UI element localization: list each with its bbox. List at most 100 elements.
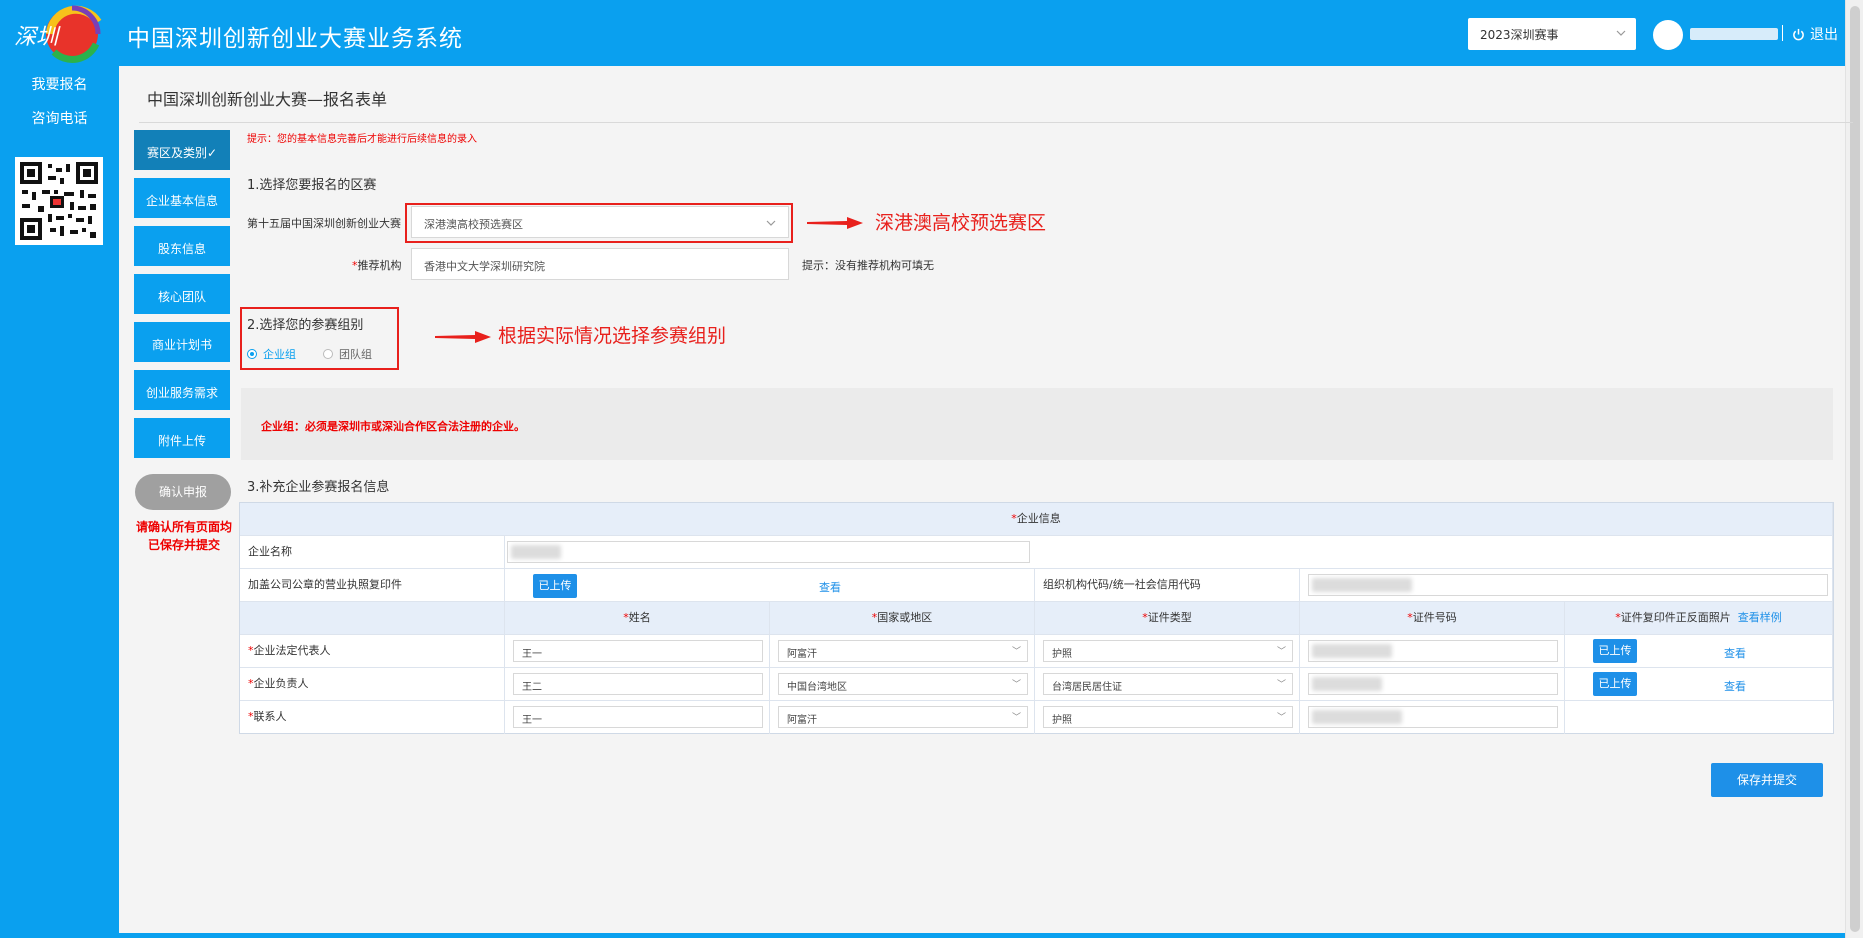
save-submit-button[interactable]: 保存并提交 [1711, 763, 1823, 797]
name-input[interactable]: 王一 [513, 706, 763, 728]
license-uploaded-button[interactable]: 已上传 [533, 574, 577, 598]
app-title: 中国深圳创新创业大赛业务系统 [127, 26, 463, 52]
role-contact: *联系人 [240, 701, 505, 734]
logout-button[interactable]: 退出 [1792, 24, 1838, 44]
id-type-select[interactable]: 台湾居民居住证 ﹀ [1043, 673, 1293, 695]
annotation-zone: 深港澳高校预选赛区 [875, 212, 1047, 234]
logo-text: 深圳 [14, 25, 61, 50]
id-photo-view-link[interactable]: 查看 [1724, 678, 1746, 694]
id-photo-uploaded-button[interactable]: 已上传 [1593, 639, 1637, 663]
avatar[interactable] [1653, 20, 1683, 50]
region-select[interactable]: 中国台湾地区 ﹀ [778, 673, 1028, 695]
radio-company-label: 企业组 [263, 348, 296, 361]
column-header-name: *姓名 [505, 602, 770, 635]
radio-team-group[interactable]: 团队组 [323, 346, 372, 362]
step-business-plan[interactable]: 商业计划书 [134, 322, 230, 362]
company-name-cell [505, 536, 1833, 569]
company-name-redacted [511, 545, 561, 559]
region-select[interactable]: 阿富汗 ﹀ [778, 640, 1028, 662]
logo: 深圳 [14, 5, 102, 63]
chevron-down-icon: ﹀ [1011, 680, 1021, 690]
step-zone-category[interactable]: 赛区及类别✓ [134, 130, 230, 170]
step-company-info[interactable]: 企业基本信息 [134, 178, 230, 218]
region-select[interactable]: 阿富汗 ﹀ [778, 706, 1028, 728]
id-type-select[interactable]: 护照 ﹀ [1043, 706, 1293, 728]
name-input[interactable]: 王一 [513, 640, 763, 662]
company-name-input[interactable] [507, 541, 1030, 563]
region-cell: 中国台湾地区 ﹀ [770, 668, 1035, 701]
confirm-submit-button[interactable]: 确认申报 [135, 474, 231, 510]
highlight-box-zone [405, 203, 793, 243]
recommender-hint: 提示：没有推荐机构可填无 [802, 259, 934, 272]
id-number-cell [1300, 701, 1565, 734]
name-cell: 王一 [505, 701, 770, 734]
step-shareholders[interactable]: 股东信息 [134, 226, 230, 266]
id-number-cell [1300, 635, 1565, 668]
radio-team-label: 团队组 [339, 348, 372, 361]
license-label: 加盖公司公章的营业执照复印件 [240, 569, 505, 602]
id-type-cell: 护照 ﹀ [1035, 701, 1300, 734]
id-photo-cell: 已上传 查看 [1565, 668, 1833, 701]
sidebar: 我要报名 咨询电话 [0, 66, 119, 938]
section1-title: 1.选择您要报名的区赛 [247, 178, 377, 193]
section3-title: 3.补充企业参赛报名信息 [247, 480, 390, 495]
sample-link[interactable]: 查看样例 [1738, 611, 1782, 624]
org-code-label: 组织机构代码/统一社会信用代码 [1035, 569, 1300, 602]
season-select[interactable]: 2023深圳赛事 [1468, 18, 1636, 50]
main-content: 中国深圳创新创业大赛—报名表单 赛区及类别✓ 企业基本信息 股东信息 核心团队 … [119, 66, 1853, 938]
company-name-label: 企业名称 [240, 536, 505, 569]
annotation-group: 根据实际情况选择参赛组别 [498, 325, 727, 347]
region-cell: 阿富汗 ﹀ [770, 635, 1035, 668]
app-header: 深圳 中国深圳创新创业大赛业务系统 2023深圳赛事 退出 [0, 0, 1845, 66]
radio-company-group[interactable]: 企业组 [247, 346, 296, 362]
username [1690, 28, 1778, 40]
id-photo-cell-empty [1565, 701, 1833, 734]
qr-code [15, 157, 103, 245]
chevron-down-icon: ﹀ [1276, 713, 1286, 723]
column-header-region: *国家或地区 [770, 602, 1035, 635]
step-attachments[interactable]: 附件上传 [134, 418, 230, 458]
chevron-down-icon: ﹀ [1011, 713, 1021, 723]
step-core-team[interactable]: 核心团队 [134, 274, 230, 314]
chevron-down-icon: ﹀ [1011, 647, 1021, 657]
region-cell: 阿富汗 ﹀ [770, 701, 1035, 734]
title-divider [139, 122, 1853, 123]
scrollbar[interactable] [1845, 0, 1863, 938]
sidebar-item-hotline[interactable]: 咨询电话 [0, 108, 119, 128]
name-cell: 王一 [505, 635, 770, 668]
id-number-cell [1300, 668, 1565, 701]
step-service-needs[interactable]: 创业服务需求 [134, 370, 230, 410]
page-title: 中国深圳创新创业大赛—报名表单 [147, 90, 388, 109]
radio-dot-icon [323, 349, 333, 359]
column-header-id-number: *证件号码 [1300, 602, 1565, 635]
tip-text: 提示：您的基本信息完善后才能进行后续信息的录入 [247, 134, 477, 145]
header-divider [1782, 25, 1783, 41]
company-info-table: *企业信息 企业名称 加盖公司公章的营业执照复印件 已上传 查看 组织机构代码/… [239, 502, 1834, 734]
sidebar-item-register[interactable]: 我要报名 [0, 74, 119, 94]
id-photo-cell: 已上传 查看 [1565, 635, 1833, 668]
id-photo-view-link[interactable]: 查看 [1724, 645, 1746, 661]
chevron-down-icon [1616, 30, 1626, 36]
org-code-redacted [1312, 578, 1412, 592]
arrow-icon [807, 217, 863, 229]
power-icon [1793, 28, 1804, 40]
column-header-id-photo: *证件复印件正反面照片 查看样例 [1565, 602, 1833, 635]
section2-title: 2.选择您的参赛组别 [247, 318, 364, 333]
submit-note: 请确认所有页面均已保存并提交 [135, 520, 232, 552]
id-number-redacted [1312, 710, 1402, 724]
recommender-label: *推荐机构 [352, 259, 402, 272]
notice-panel: 企业组：必须是深圳市或深汕合作区合法注册的企业。 [241, 388, 1833, 460]
id-type-select[interactable]: 护照 ﹀ [1043, 640, 1293, 662]
scrollbar-thumb[interactable] [1850, 6, 1860, 932]
id-photo-uploaded-button[interactable]: 已上传 [1593, 672, 1637, 696]
recommender-input[interactable]: 香港中文大学深圳研究院 [411, 248, 789, 280]
license-view-link[interactable]: 查看 [819, 579, 841, 595]
column-header-empty [240, 602, 505, 635]
id-number-redacted [1312, 644, 1392, 658]
bottom-border [0, 933, 1845, 938]
chevron-down-icon: ﹀ [1276, 680, 1286, 690]
arrow-icon [435, 331, 491, 343]
org-code-cell [1300, 569, 1833, 602]
column-header-id-type: *证件类型 [1035, 602, 1300, 635]
name-input[interactable]: 王二 [513, 673, 763, 695]
